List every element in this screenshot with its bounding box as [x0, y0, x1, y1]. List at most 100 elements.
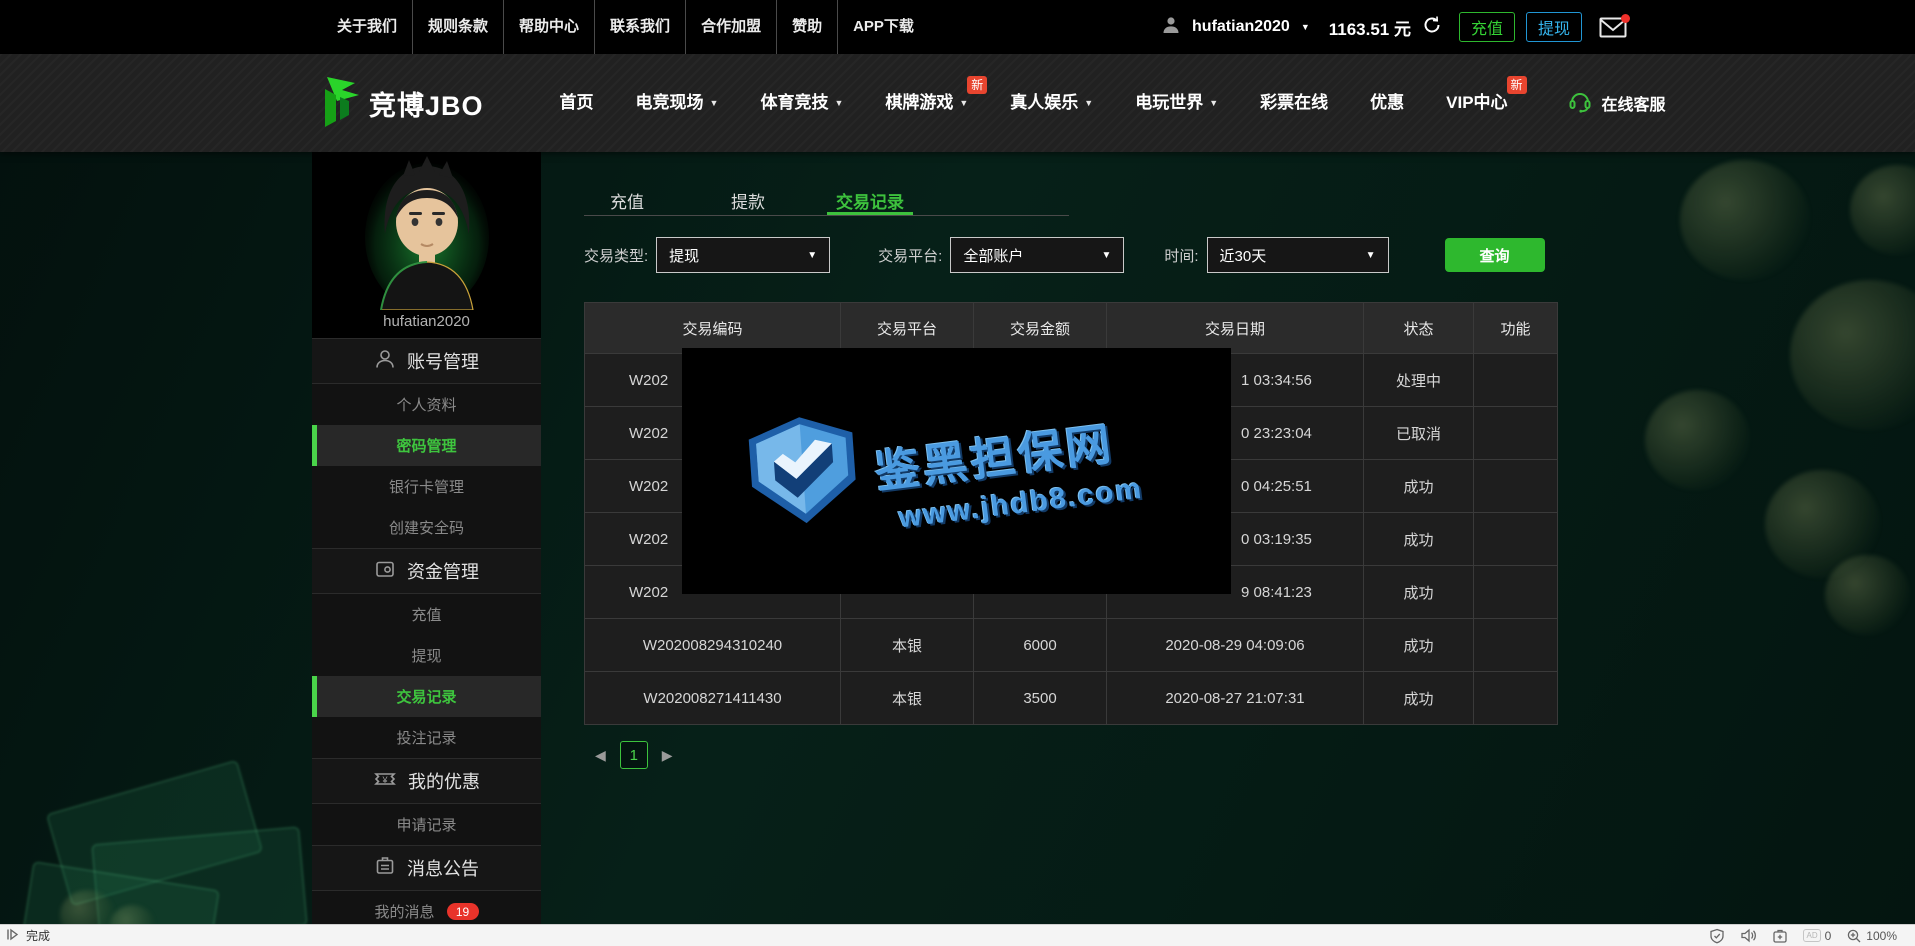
chevron-down-icon: ▼	[710, 54, 719, 152]
topbar-link[interactable]: 赞助	[776, 0, 837, 54]
cell-code: W202008271411430	[585, 672, 840, 724]
sidebar-section-funds[interactable]: 资金管理	[312, 548, 541, 594]
table-row[interactable]: W202008271411430 本银 3500 2020-08-27 21:0…	[584, 672, 1558, 725]
online-service-button[interactable]: 在线客服	[1567, 88, 1666, 119]
cell-status: 已取消	[1363, 407, 1473, 459]
next-page-icon[interactable]: ▶	[662, 747, 673, 764]
sidebar-section-label: 我的优惠	[408, 768, 480, 794]
topbar-link[interactable]: 帮助中心	[503, 0, 594, 54]
tab-withdraw[interactable]: 提款	[731, 188, 765, 213]
tab-deposit[interactable]: 充值	[610, 188, 644, 213]
nav-item[interactable]: 真人娱乐 ▼	[989, 54, 1114, 152]
filter-type-select[interactable]: 提现 ▼	[656, 237, 830, 273]
cell-action	[1473, 619, 1557, 671]
user-icon	[374, 348, 396, 375]
balance: 1163.51 元	[1329, 15, 1411, 40]
sidebar-section-announcements[interactable]: 消息公告	[312, 845, 541, 891]
filter-platform-select[interactable]: 全部账户 ▼	[950, 237, 1124, 273]
chevron-down-icon: ▼	[1209, 54, 1218, 152]
filter-time-value: 近30天	[1220, 245, 1267, 266]
sidebar: hufatian2020 账号管理 个人资料 密码管理 银行卡管理 创建安全码 …	[312, 152, 541, 946]
sidebar-item-withdraw[interactable]: 提现	[312, 635, 541, 676]
cell-status: 处理中	[1363, 354, 1473, 406]
sidebar-section-promos[interactable]: ¥ 我的优惠	[312, 758, 541, 804]
cell-action	[1473, 354, 1557, 406]
speaker-icon[interactable]	[1740, 928, 1757, 943]
sidebar-section-account[interactable]: 账号管理	[312, 338, 541, 384]
nav-menu: 首页 ▼ 电竞现场 ▼ 体育竞技 ▼ 棋牌游戏 ▼ 新 真人娱乐 ▼ 电玩世界	[539, 54, 1529, 152]
user-icon	[1161, 15, 1181, 40]
nav-item-label: 体育竞技	[760, 54, 828, 152]
refresh-icon[interactable]	[1422, 15, 1442, 40]
sidebar-item-password[interactable]: 密码管理	[312, 425, 541, 466]
sidebar-item-applications[interactable]: 申请记录	[312, 804, 541, 845]
add-box-icon[interactable]	[1772, 928, 1788, 944]
nav-item[interactable]: 棋牌游戏 ▼ 新	[864, 54, 989, 152]
nav-item-label: 棋牌游戏	[885, 54, 953, 152]
topbar: 关于我们规则条款帮助中心联系我们合作加盟赞助APP下载 hufatian2020…	[0, 0, 1915, 54]
table-header-cell: 状态	[1363, 303, 1473, 353]
sidebar-item-bankcard[interactable]: 银行卡管理	[312, 466, 541, 507]
topbar-link[interactable]: APP下载	[837, 0, 929, 54]
cell-amount: 3500	[973, 672, 1106, 724]
board-icon	[374, 855, 396, 882]
recharge-button[interactable]: 充值	[1459, 12, 1515, 42]
sidebar-item-security-code[interactable]: 创建安全码	[312, 507, 541, 548]
nav-item[interactable]: 电玩世界 ▼	[1114, 54, 1239, 152]
nav-item[interactable]: 首页 ▼	[539, 54, 615, 152]
page-number[interactable]: 1	[620, 741, 648, 769]
nav-item-label: VIP中心	[1446, 54, 1507, 152]
query-button[interactable]: 查询	[1445, 238, 1545, 272]
table-header-cell: 交易平台	[840, 303, 973, 353]
jbo-logo-icon	[313, 74, 361, 133]
tab-transactions[interactable]: 交易记录	[836, 188, 904, 213]
chevron-down-icon[interactable]: ▼	[1301, 22, 1310, 32]
zoom-level: 100%	[1866, 929, 1897, 943]
withdraw-button[interactable]: 提现	[1526, 12, 1582, 42]
brand-logo[interactable]: 竞博JBO	[313, 74, 484, 133]
shield-check-icon[interactable]	[1709, 928, 1725, 944]
topbar-link[interactable]: 关于我们	[322, 0, 412, 54]
filter-platform-label: 交易平台:	[878, 245, 942, 266]
page-background: 关于我们规则条款帮助中心联系我们合作加盟赞助APP下载 hufatian2020…	[0, 0, 1915, 946]
topbar-link[interactable]: 合作加盟	[685, 0, 776, 54]
nav-item[interactable]: 体育竞技 ▼	[739, 54, 864, 152]
topbar-link[interactable]: 规则条款	[412, 0, 503, 54]
pagination: ◀ 1 ▶	[595, 741, 673, 769]
chevron-down-icon: ▼	[1084, 54, 1093, 152]
filter-bar: 交易类型: 提现 ▼ 交易平台: 全部账户 ▼ 时间: 近30天 ▼ 查询	[584, 237, 1545, 273]
tab-divider	[584, 215, 1069, 216]
sidebar-username: hufatian2020	[312, 313, 541, 330]
browser-statusbar: 完成 AD 0 100%	[0, 924, 1915, 946]
cell-action	[1473, 460, 1557, 512]
message-count-badge: 19	[447, 903, 479, 920]
mail-icon[interactable]	[1599, 17, 1627, 38]
cell-action	[1473, 407, 1557, 459]
main-navbar: 竞博JBO 首页 ▼ 电竞现场 ▼ 体育竞技 ▼ 棋牌游戏 ▼ 新 真人娱乐 ▼	[0, 54, 1915, 152]
username[interactable]: hufatian2020	[1192, 18, 1290, 36]
nav-item[interactable]: 彩票在线 ▼	[1239, 54, 1349, 152]
topbar-account-area: hufatian2020 ▼ 1163.51 元 充值 提现	[1161, 12, 1627, 42]
topbar-link[interactable]: 联系我们	[594, 0, 685, 54]
sidebar-section-label: 账号管理	[407, 348, 479, 374]
table-row[interactable]: W202008294310240 本银 6000 2020-08-29 04:0…	[584, 619, 1558, 672]
filter-type-value: 提现	[669, 245, 699, 266]
svg-text:¥: ¥	[381, 775, 388, 785]
sidebar-item-profile[interactable]: 个人资料	[312, 384, 541, 425]
table-header-cell: 功能	[1473, 303, 1557, 353]
zoom-control[interactable]: 100%	[1846, 928, 1897, 944]
nav-item[interactable]: VIP中心 ▼ 新	[1425, 54, 1528, 152]
sidebar-item-transactions[interactable]: 交易记录	[312, 676, 541, 717]
sidebar-item-deposit[interactable]: 充值	[312, 594, 541, 635]
cell-platform: 本银	[840, 672, 973, 724]
nav-item[interactable]: 优惠 ▼	[1349, 54, 1425, 152]
nav-item[interactable]: 电竞现场 ▼	[615, 54, 740, 152]
avatar[interactable]	[351, 152, 503, 310]
prev-page-icon[interactable]: ◀	[595, 747, 606, 764]
filter-time-select[interactable]: 近30天 ▼	[1207, 237, 1389, 273]
filter-type-label: 交易类型:	[584, 245, 648, 266]
sidebar-item-bets[interactable]: 投注记录	[312, 717, 541, 758]
adblock-icon[interactable]: AD 0	[1803, 929, 1831, 943]
notification-dot	[1621, 14, 1630, 23]
new-badge: 新	[1507, 76, 1527, 94]
